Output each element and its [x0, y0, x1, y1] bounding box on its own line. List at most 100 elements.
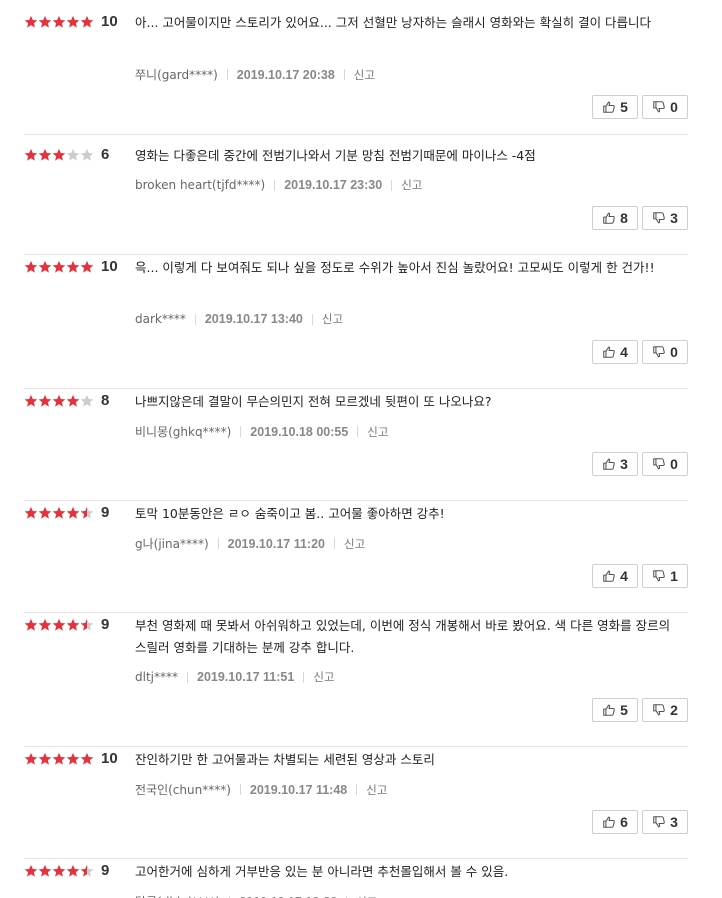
like-button[interactable]: 4: [592, 564, 638, 588]
like-button[interactable]: 8: [592, 206, 638, 230]
review-text: 아... 고어물이지만 스토리가 있어요... 그저 선혈만 낭자하는 슬래시 …: [135, 15, 652, 30]
thumbs-down-icon: [652, 457, 666, 471]
star-icon: [38, 260, 52, 273]
dislike-button[interactable]: 0: [642, 340, 688, 364]
report-link[interactable]: 신고: [401, 177, 422, 193]
report-link[interactable]: 신고: [322, 311, 343, 327]
divider: [217, 538, 219, 549]
review-meta: dltj**** 2019.10.17 11:51 신고: [135, 669, 335, 685]
review-meta: g나(jina****) 2019.10.17 11:20 신고: [135, 535, 365, 552]
dislike-button[interactable]: 3: [642, 810, 688, 834]
report-link[interactable]: 신고: [367, 424, 388, 440]
review-meta: dark**** 2019.10.17 13:40 신고: [135, 311, 343, 327]
star-icon: [66, 618, 80, 631]
thumbs-up-icon: [602, 100, 616, 114]
reviewer-name[interactable]: dltj****: [135, 670, 178, 684]
review-item: 8 나쁘지않은데 결말이 무슨의민지 전혀 모르겠네 뒷편이 또 나오나요? 비니몽…: [24, 389, 688, 501]
review-date: 2019.10.17 13:40: [204, 312, 303, 326]
star-icon: [38, 506, 52, 519]
like-button[interactable]: 5: [592, 95, 638, 119]
review-date: 2019.10.17 11:20: [227, 536, 325, 551]
review-date: 2019.10.17 13:22: [239, 895, 337, 898]
dislike-button[interactable]: 0: [642, 452, 688, 476]
star-icon: [24, 394, 38, 407]
dislike-count: 0: [670, 99, 678, 115]
thumbs-down-icon: [652, 569, 666, 583]
reviewer-name[interactable]: 전국인(chun****): [135, 781, 231, 798]
review-meta: 전국인(chun****) 2019.10.17 11:48 신고: [135, 781, 387, 798]
star-icon: [80, 864, 94, 877]
review-item: 10 아... 고어물이지만 스토리가 있어요... 그저 선혈만 낭자하는 슬래…: [24, 10, 688, 135]
rating-score: 10: [101, 258, 118, 275]
star-icon: [38, 864, 52, 877]
rating-score: 10: [101, 750, 118, 767]
reviewer-name[interactable]: 쭈니(gard****): [135, 66, 218, 83]
reviewer-name[interactable]: 달롱(dhkd****): [135, 893, 220, 898]
star-icon: [24, 15, 38, 28]
review-meta: 비니몽(ghkq****) 2019.10.18 00:55 신고: [135, 423, 388, 440]
report-link[interactable]: 신고: [356, 894, 377, 898]
report-link[interactable]: 신고: [344, 536, 365, 552]
report-link[interactable]: 신고: [366, 782, 387, 798]
divider: [391, 179, 393, 191]
thumbs-up-icon: [602, 345, 616, 359]
review-item: 6 영화는 다좋은데 중간에 전범기나와서 기분 망침 전범기때문에 마이나스 -…: [24, 143, 688, 255]
star-icon: [66, 394, 80, 407]
dislike-button[interactable]: 2: [642, 698, 688, 722]
star-rating: [24, 506, 94, 520]
dislike-button[interactable]: 1: [642, 564, 688, 588]
like-count: 5: [620, 99, 628, 115]
star-icon: [38, 15, 52, 28]
star-icon: [24, 618, 38, 631]
like-button[interactable]: 3: [592, 452, 638, 476]
rating-score: 8: [101, 392, 110, 409]
dislike-count: 2: [670, 702, 678, 718]
star-icon: [24, 864, 38, 877]
reviewer-name[interactable]: g나(jina****): [135, 535, 209, 552]
like-button[interactable]: 4: [592, 340, 638, 364]
dislike-count: 3: [670, 210, 678, 226]
review-date: 2019.10.17 11:48: [249, 782, 348, 797]
dislike-button[interactable]: 3: [642, 206, 688, 230]
reviewer-name[interactable]: broken heart(tjfd****): [135, 178, 265, 192]
review-text: 나쁘지않은데 결말이 무슨의민지 전혀 모르겠네 뒷편이 또 나오나요?: [135, 394, 492, 409]
dislike-button[interactable]: 0: [642, 95, 688, 119]
thumbs-up-icon: [602, 457, 616, 471]
review-meta: broken heart(tjfd****) 2019.10.17 23:30 신고: [135, 177, 422, 193]
review-text: 고어한거에 심하게 거부반응 있는 분 아니라면 추천몰입해서 볼 수 있음.: [135, 864, 509, 879]
dislike-count: 0: [670, 344, 678, 360]
like-count: 4: [620, 568, 628, 584]
reviewer-name[interactable]: 비니몽(ghkq****): [135, 423, 231, 440]
divider: [194, 313, 196, 325]
review-item: 10 윽... 이렇게 다 보여줘도 되나 싶을 정도로 수위가 높아서 진심 놀…: [24, 255, 688, 389]
review-item: 9 토막 10분동안은 ㄹㅇ 숨죽이고 봄.. 고어물 좋아하면 강추! g나(ji…: [24, 501, 688, 613]
divider: [187, 671, 188, 683]
vote-buttons: 41: [592, 564, 688, 588]
reviewer-name[interactable]: dark****: [135, 312, 186, 326]
star-icon: [66, 260, 80, 273]
review-item: 9 고어한거에 심하게 거부반응 있는 분 아니라면 추천몰입해서 볼 수 있음.…: [24, 859, 688, 898]
divider: [333, 538, 335, 549]
divider: [303, 671, 305, 683]
star-icon: [52, 618, 66, 631]
rating-score: 9: [101, 616, 110, 633]
like-button[interactable]: 6: [592, 810, 638, 834]
star-icon: [24, 260, 38, 273]
thumbs-down-icon: [652, 815, 666, 829]
star-icon: [52, 506, 66, 519]
like-count: 4: [620, 344, 628, 360]
like-count: 6: [620, 814, 628, 830]
divider: [356, 784, 358, 795]
like-button[interactable]: 5: [592, 698, 638, 722]
star-icon: [66, 752, 80, 765]
thumbs-up-icon: [602, 815, 616, 829]
star-icon: [24, 752, 38, 765]
report-link[interactable]: 신고: [354, 67, 375, 83]
review-text: 부천 영화제 때 못봐서 아쉬워하고 있었는데, 이번에 정식 개봉해서 바로 …: [135, 618, 671, 655]
report-link[interactable]: 신고: [313, 669, 334, 685]
divider: [239, 784, 241, 795]
thumbs-down-icon: [652, 100, 666, 114]
divider: [274, 179, 276, 191]
vote-buttons: 30: [592, 452, 688, 476]
review-text: 영화는 다좋은데 중간에 전범기나와서 기분 망침 전범기때문에 마이나스 -4…: [135, 148, 536, 163]
